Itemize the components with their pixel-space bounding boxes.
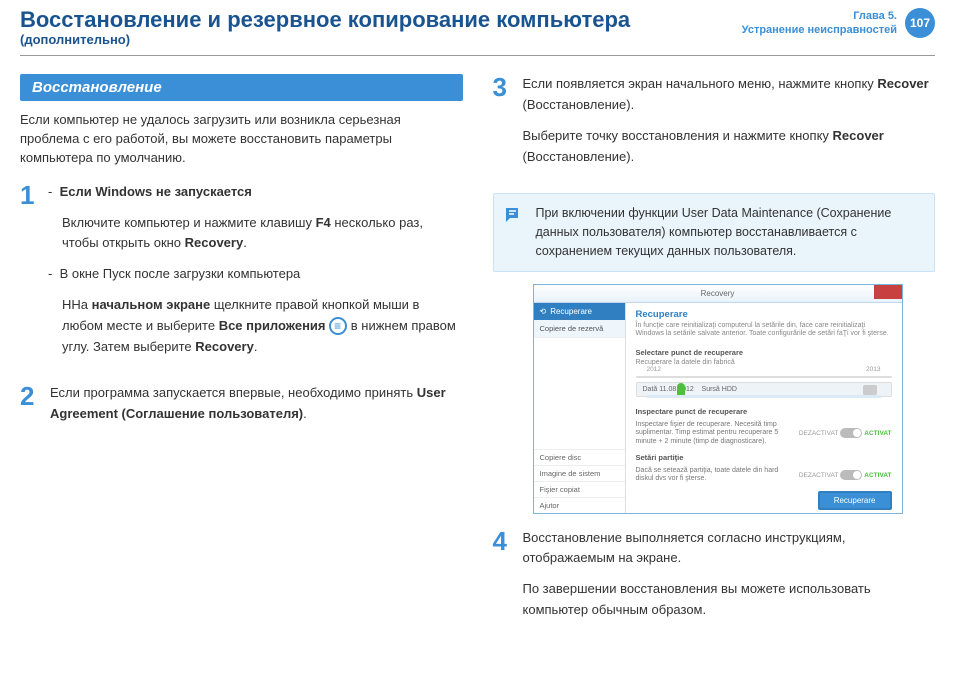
- step4-line1: Восстановление выполняется согласно инст…: [523, 528, 936, 570]
- step-body: - Если Windows не запускается Включите к…: [50, 182, 463, 368]
- step-2: 2 Если программа запускается впервые, не…: [20, 383, 463, 435]
- step-4: 4 Восстановление выполняется согласно ин…: [493, 528, 936, 631]
- page-subtitle: (дополнительно): [20, 32, 742, 47]
- shot-sidebar: ⟲Recuperare Copiere de rezervă Copiere d…: [534, 303, 626, 513]
- step-body: Восстановление выполняется согласно инст…: [523, 528, 936, 631]
- step1-b2-body: ННа начальном экране щелкните правой кно…: [62, 295, 463, 357]
- shot-timeline: 20122013: [636, 376, 892, 378]
- note-icon: [504, 204, 524, 224]
- step1-b2-title: В окне Пуск после загрузки компьютера: [60, 266, 301, 281]
- hdd-icon: [863, 385, 877, 395]
- step-number: 1: [20, 182, 40, 368]
- left-column: Восстановление Если компьютер не удалось…: [20, 74, 463, 647]
- shot-side-top: ⟲Recuperare: [534, 303, 625, 320]
- step3-line2: Выберите точку восстановления и нажмите …: [523, 126, 936, 168]
- title-block: Восстановление и резервное копирование к…: [20, 8, 742, 47]
- recovery-screenshot: Recovery ⟲Recuperare Copiere de rezervă …: [533, 284, 903, 514]
- shot-window-title: Recovery: [701, 289, 735, 298]
- toggle-2: DEZACTIVATACTIVAT: [799, 470, 892, 480]
- page-title: Восстановление и резервное копирование к…: [20, 8, 742, 32]
- chapter-block: Глава 5. Устранение неисправностей 107: [742, 8, 935, 38]
- step-number: 4: [493, 528, 513, 631]
- shot-titlebar: Recovery: [534, 285, 902, 303]
- opt2-row: Dacă se setează partiţia, toate datele d…: [636, 467, 892, 484]
- step-body: Если программа запускается впервые, необ…: [50, 383, 463, 435]
- shot-select-label: Selectare punct de recuperare: [636, 348, 892, 357]
- step4-line2: По завершении восстановления вы можете и…: [523, 579, 936, 621]
- content-columns: Восстановление Если компьютер не удалось…: [0, 56, 955, 657]
- chapter-line1: Глава 5.: [742, 9, 897, 23]
- chapter-text: Глава 5. Устранение неисправностей: [742, 9, 897, 38]
- shot-main: Recuperare În funcţie care reinitializaţ…: [626, 303, 902, 513]
- opt1-title: Inspectare punct de recuperare: [636, 407, 892, 416]
- step2-body: Если программа запускается впервые, необ…: [50, 383, 463, 425]
- shot-side-item: Copiere de rezervă: [534, 320, 625, 338]
- toggle-1: DEZACTIVATACTIVAT: [799, 428, 892, 438]
- recover-button: Recuperare: [818, 491, 892, 510]
- right-column: 3 Если появляется экран начального меню,…: [493, 74, 936, 647]
- step1-b1-title: Если Windows не запускается: [60, 184, 252, 199]
- shot-side-bottom: Copiere disc Imagine de sistem Fişier co…: [534, 449, 625, 513]
- page-number-badge: 107: [905, 8, 935, 38]
- step-1: 1 - Если Windows не запускается Включите…: [20, 182, 463, 368]
- note-box: При включении функции User Data Maintena…: [493, 193, 936, 271]
- step3-line1: Если появляется экран начального меню, н…: [523, 74, 936, 116]
- opt2-title: Setări partiţie: [636, 453, 892, 462]
- step1-bullet2: - В окне Пуск после загрузки компьютера: [48, 264, 463, 285]
- page-header: Восстановление и резервное копирование к…: [0, 0, 955, 53]
- shot-heading: Recuperare: [636, 309, 892, 320]
- section-title: Восстановление: [20, 74, 463, 101]
- shot-subtext: În funcţie care reinitializaţi computeru…: [636, 322, 892, 339]
- shot-footer: Recuperare: [636, 487, 892, 510]
- all-apps-icon: [329, 317, 347, 335]
- step-number: 3: [493, 74, 513, 177]
- step-number: 2: [20, 383, 40, 435]
- opt1-row: Inspectare fişier de recuperare. Necesit…: [636, 421, 892, 446]
- step1-b1-body: Включите компьютер и нажмите клавишу F4 …: [62, 213, 463, 255]
- close-icon: [874, 285, 902, 299]
- note-text: При включении функции User Data Maintena…: [536, 206, 892, 258]
- chapter-line2: Устранение неисправностей: [742, 23, 897, 37]
- step-body: Если появляется экран начального меню, н…: [523, 74, 936, 177]
- intro-paragraph: Если компьютер не удалось загрузить или …: [20, 111, 463, 168]
- step-3: 3 Если появляется экран начального меню,…: [493, 74, 936, 177]
- shot-body: ⟲Recuperare Copiere de rezervă Copiere d…: [534, 303, 902, 513]
- step1-bullet1: - Если Windows не запускается: [48, 182, 463, 203]
- timeline-pin-icon: [677, 383, 685, 395]
